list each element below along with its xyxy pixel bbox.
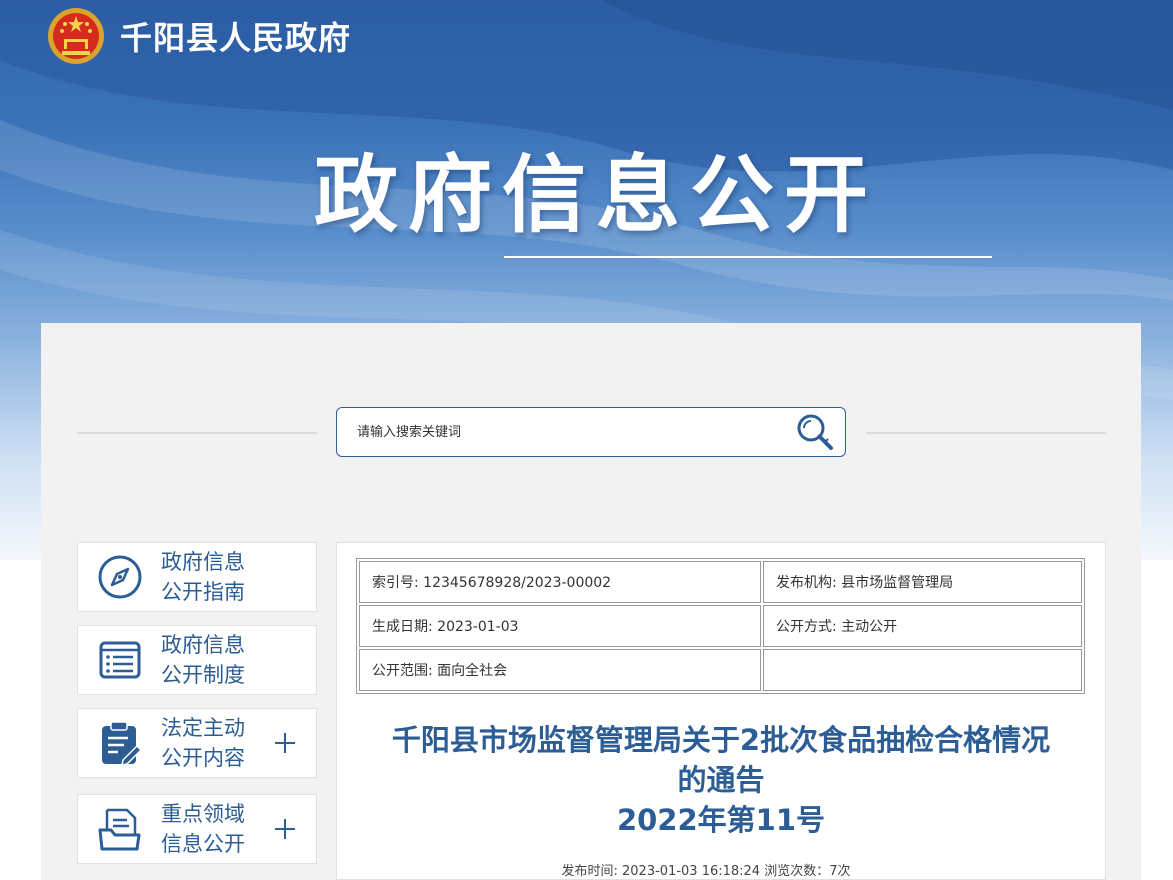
sidebar-item-label: 政府信息 公开制度: [161, 633, 245, 687]
document-meta-table: 索引号: 12345678928/2023-00002 发布机构: 县市场监督管…: [356, 558, 1085, 694]
publisher-cell: 发布机构: 县市场监督管理局: [763, 561, 1082, 603]
table-row: 公开范围: 面向全社会: [359, 649, 1082, 691]
article-title-line: 的通告: [677, 763, 765, 797]
search-icon: [797, 414, 833, 450]
publish-info: 发布时间: 2023-01-03 16:18:24 浏览次数：7次: [561, 864, 851, 879]
sidebar-item-mandatory-content[interactable]: 法定主动 公开内容: [77, 708, 317, 778]
site-name[interactable]: 千阳县人民政府: [120, 13, 351, 59]
article-title-line: 千阳县市场监督管理局关于2批次食品抽检合格情况: [391, 723, 1051, 757]
plus-icon[interactable]: [274, 818, 296, 840]
banner-title: 政府信息公开: [313, 146, 878, 244]
index-number-cell: 索引号: 12345678928/2023-00002: [359, 561, 761, 603]
search-divider-right: [866, 432, 1106, 434]
clipboard-edit-icon: [97, 720, 143, 766]
search-button[interactable]: [785, 408, 845, 456]
sidebar-item-label: 政府信息 公开指南: [161, 550, 245, 604]
national-emblem-icon[interactable]: [46, 6, 106, 66]
compass-icon: [97, 554, 143, 600]
sidebar-item-label: 重点领域 信息公开: [161, 802, 245, 856]
site-header: 千阳县人民政府: [46, 6, 351, 66]
disclosure-method-cell: 公开方式: 主动公开: [763, 605, 1082, 647]
article-document-number: 2022年第11号: [616, 803, 826, 837]
list-document-icon: [97, 637, 143, 683]
sidebar-item-label: 法定主动 公开内容: [161, 716, 245, 770]
search-box: [336, 407, 846, 457]
sidebar-item-system[interactable]: 政府信息 公开制度: [77, 625, 317, 695]
empty-cell: [763, 649, 1082, 691]
sidebar-item-guide[interactable]: 政府信息 公开指南: [77, 542, 317, 612]
created-date-cell: 生成日期: 2023-01-03: [359, 605, 761, 647]
search-input[interactable]: [337, 408, 785, 456]
sidebar-item-key-areas[interactable]: 重点领域 信息公开: [77, 794, 317, 864]
banner-underline: [504, 256, 992, 258]
table-row: 生成日期: 2023-01-03 公开方式: 主动公开: [359, 605, 1082, 647]
plus-icon[interactable]: [274, 732, 296, 754]
disclosure-scope-cell: 公开范围: 面向全社会: [359, 649, 761, 691]
folder-document-icon: [97, 806, 143, 852]
table-row: 索引号: 12345678928/2023-00002 发布机构: 县市场监督管…: [359, 561, 1082, 603]
search-divider-left: [77, 432, 317, 434]
article-title: 千阳县市场监督管理局关于2批次食品抽检合格情况 的通告 2022年第11号: [346, 720, 1096, 840]
